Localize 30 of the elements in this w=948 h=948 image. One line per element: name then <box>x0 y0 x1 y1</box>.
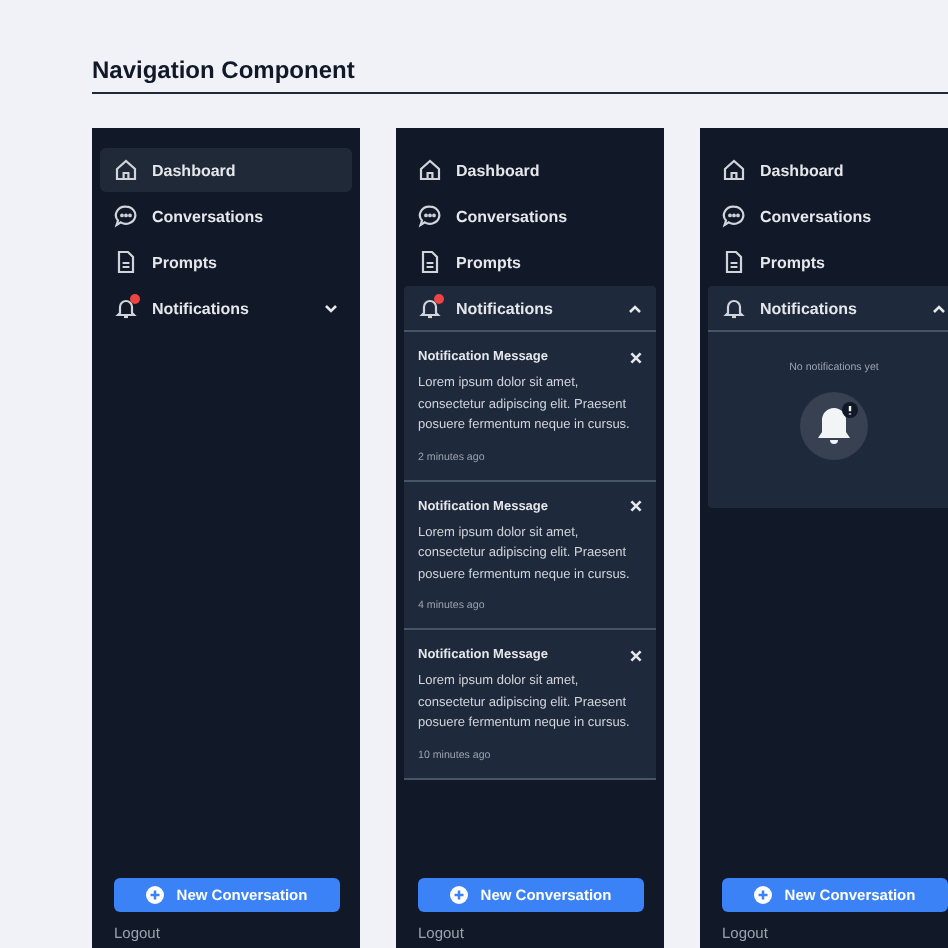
home-icon <box>722 158 746 182</box>
notifications-toggle[interactable]: Notifications <box>100 286 352 330</box>
nav-item[interactable]: Conversations <box>708 194 948 238</box>
nav-item[interactable]: Prompts <box>708 240 948 284</box>
document-icon <box>722 250 746 274</box>
plus-icon <box>146 886 165 904</box>
nav-item[interactable]: Dashboard <box>100 148 352 192</box>
close-icon[interactable] <box>630 649 642 661</box>
bell-alert-icon <box>800 392 868 460</box>
nav-item[interactable]: Dashboard <box>708 148 948 192</box>
close-icon[interactable] <box>630 351 642 363</box>
chat-bubble-icon <box>418 204 442 228</box>
plus-icon <box>450 886 469 904</box>
nav-item[interactable]: Conversations <box>100 194 352 238</box>
nav-item[interactable]: Conversations <box>404 194 656 238</box>
notifications-toggle[interactable]: Notifications <box>708 286 948 332</box>
chat-bubble-icon <box>114 204 138 228</box>
chat-bubble-icon <box>722 204 746 228</box>
page-title: Navigation Component <box>92 56 357 84</box>
nav-item[interactable]: Prompts <box>100 240 352 284</box>
document-icon <box>114 250 138 274</box>
close-icon[interactable] <box>630 500 642 512</box>
plus-icon <box>754 886 773 904</box>
document-icon <box>418 250 442 274</box>
notifications-toggle[interactable]: Notifications <box>404 286 656 332</box>
nav-item[interactable]: Dashboard <box>404 148 656 192</box>
home-icon <box>114 158 138 182</box>
home-icon <box>418 158 442 182</box>
bell-icon <box>722 296 746 320</box>
nav-item[interactable]: Prompts <box>404 240 656 284</box>
